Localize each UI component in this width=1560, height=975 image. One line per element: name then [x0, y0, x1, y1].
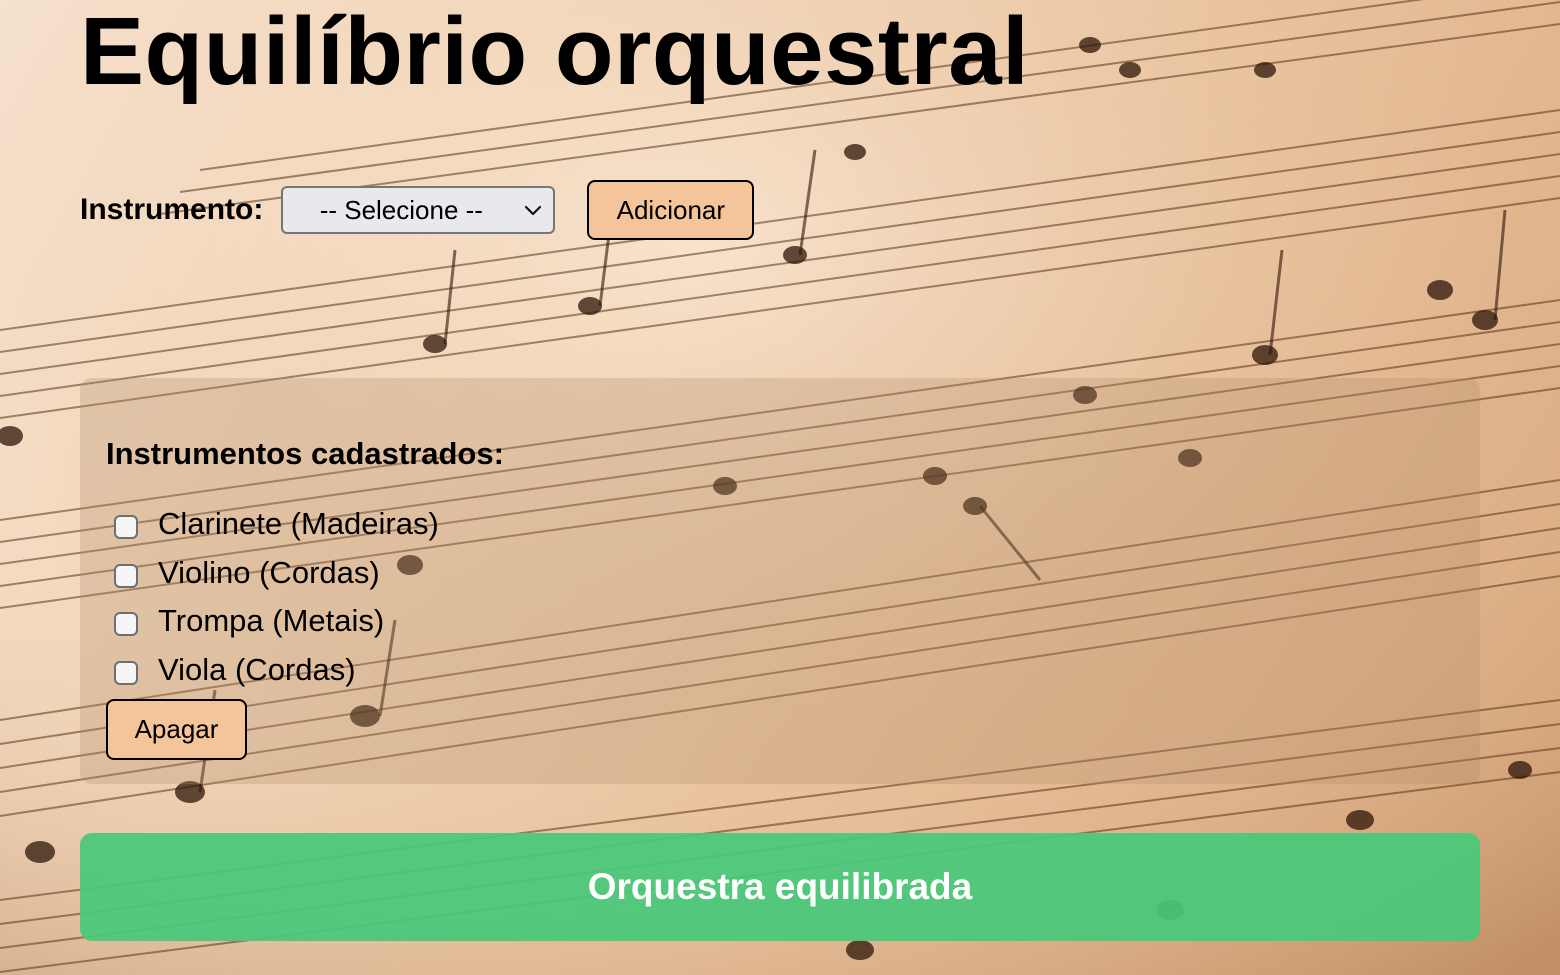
- instrument-select-value: -- Selecione --: [319, 194, 483, 225]
- add-button[interactable]: Adicionar: [587, 180, 755, 240]
- app-content: Equilíbrio orquestral Instrumento: -- Se…: [0, 0, 1560, 975]
- result-status-banner: Orquestra equilibrada: [80, 833, 1480, 941]
- instrument-list: Clarinete (Madeiras) Violino (Cordas) Tr…: [114, 500, 439, 694]
- registered-instruments-title: Instrumentos cadastrados:: [106, 436, 504, 471]
- instrument-label-text: Clarinete (Madeiras): [158, 506, 439, 542]
- instrument-label-text: Viola (Cordas): [158, 651, 356, 687]
- instrument-checkbox[interactable]: [114, 515, 138, 540]
- list-item[interactable]: Viola (Cordas): [114, 646, 439, 695]
- instrument-label-text: Trompa (Metais): [158, 603, 385, 639]
- list-item[interactable]: Clarinete (Madeiras): [114, 500, 439, 549]
- instrument-checkbox[interactable]: [114, 660, 138, 685]
- clear-button[interactable]: Apagar: [106, 699, 247, 760]
- list-item[interactable]: Violino (Cordas): [114, 549, 439, 598]
- instrument-label: Instrumento:: [80, 193, 264, 226]
- instrument-label-text: Violino (Cordas): [158, 554, 380, 590]
- list-item[interactable]: Trompa (Metais): [114, 597, 439, 646]
- chevron-down-icon: [525, 205, 542, 216]
- page-title: Equilíbrio orquestral: [80, 0, 1030, 105]
- instrument-checkbox[interactable]: [114, 563, 138, 588]
- instrument-select[interactable]: -- Selecione --: [281, 186, 556, 234]
- registered-instruments-panel: Instrumentos cadastrados: Clarinete (Mad…: [80, 378, 1480, 784]
- instrument-checkbox[interactable]: [114, 612, 138, 637]
- add-instrument-form: Instrumento: -- Selecione -- Adicionar: [80, 180, 755, 240]
